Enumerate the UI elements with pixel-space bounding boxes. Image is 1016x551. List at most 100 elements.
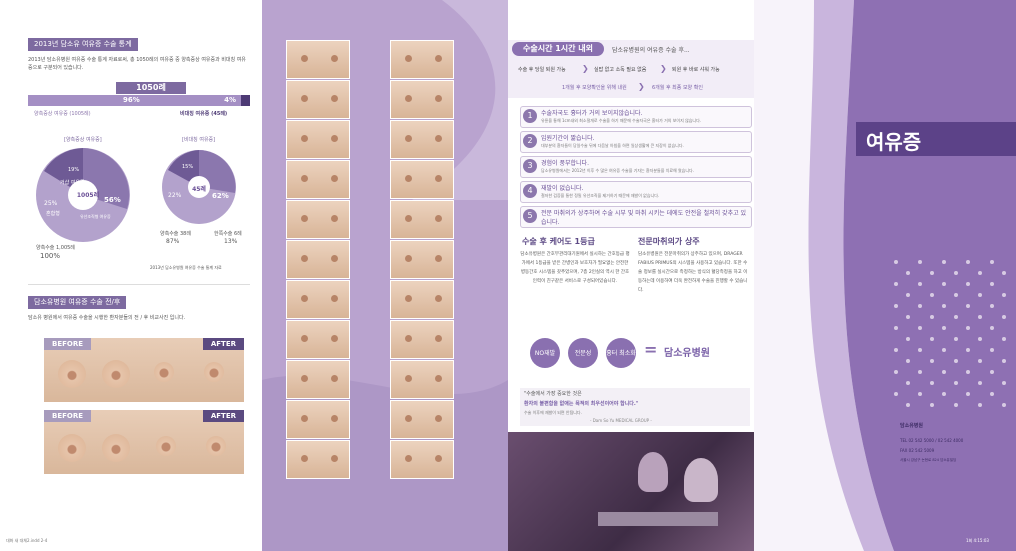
donut1-title: [양측증상 여유증] bbox=[64, 137, 102, 143]
bar-right-caption: 비대칭 여유증 (45례) bbox=[180, 111, 228, 117]
decor-dot bbox=[966, 260, 970, 264]
decor-dot bbox=[930, 293, 934, 297]
benefit-desc: 담소유병원에서는 2012년 이후 수 많은 여유증 수술을 기자는 환자분들을… bbox=[541, 168, 694, 173]
breast-shape bbox=[58, 360, 86, 388]
nipple-shape bbox=[331, 55, 338, 62]
nipple-shape bbox=[405, 215, 412, 222]
benefit-item: 1 수술자국도 흉터가 거의 보이지않습니다. 유륜을 통해 1cm내외 최소절개로… bbox=[520, 106, 752, 128]
gallery-thumbnail bbox=[390, 400, 454, 439]
donut-source: 2013년 담소유병원 여유증 수술 통계 자료 bbox=[150, 265, 222, 270]
decor-dot bbox=[990, 370, 994, 374]
cover-panel: 여유증 담소유병원 TEL 02 542 5000 / 02 542 4000 … bbox=[754, 0, 1016, 551]
arrow-icon: ❯ bbox=[582, 64, 589, 73]
benefit-number: 2 bbox=[523, 134, 537, 148]
nipple-shape bbox=[405, 375, 412, 382]
gallery-thumbnail bbox=[390, 320, 454, 359]
decor-dot bbox=[930, 403, 934, 407]
decor-dot bbox=[906, 403, 910, 407]
decor-dot bbox=[930, 315, 934, 319]
flow1-b: 실밥 없고 소독 필요 없음 bbox=[594, 67, 647, 73]
donut2-title: [비대칭 여유증] bbox=[182, 137, 216, 143]
breast-shape bbox=[206, 436, 226, 456]
benefit-desc: 철저한 검증을 통한 정밀 유선조직을 제거하기 때문에 재발이 없습니다. bbox=[541, 193, 660, 198]
nipple-shape bbox=[301, 55, 308, 62]
decor-dot bbox=[954, 381, 958, 385]
gallery-thumbnail bbox=[390, 80, 454, 119]
donut2-right-label: 한쪽수술 6례 bbox=[214, 231, 242, 237]
decor-dot bbox=[990, 304, 994, 308]
flow2-b: 6개월 후 최종 모양 확인 bbox=[652, 85, 703, 91]
clinic-name: 담소유병원 bbox=[900, 423, 924, 429]
decor-dot bbox=[1002, 271, 1006, 275]
decor-dot bbox=[894, 348, 898, 352]
decor-dot bbox=[930, 359, 934, 363]
decor-dot bbox=[978, 271, 982, 275]
arrow-icon: ❯ bbox=[638, 82, 645, 91]
benefit-number: 1 bbox=[523, 109, 537, 123]
donut1-seg-c-label: 유선조직형 여유증 bbox=[80, 214, 111, 219]
decor-dot bbox=[918, 348, 922, 352]
time-tagline: 담소유병원의 여유증 수술 후... bbox=[612, 47, 690, 54]
decor-dot bbox=[894, 282, 898, 286]
time-badge: 수술시간 1시간 내외 bbox=[512, 42, 604, 56]
nipple-shape bbox=[301, 135, 308, 142]
cover-swoosh bbox=[754, 0, 1016, 551]
benefit-desc: 유륜을 통해 1cm내외 최소절개로 수술을 하기 때문에 수술자국은 흉터가 … bbox=[541, 118, 702, 123]
breast-shape bbox=[58, 434, 86, 462]
decor-dot bbox=[954, 271, 958, 275]
donut1-bottom-pct: 100% bbox=[40, 252, 61, 260]
decor-dot bbox=[966, 304, 970, 308]
decor-dot bbox=[918, 260, 922, 264]
decor-dot bbox=[906, 315, 910, 319]
decor-dot bbox=[966, 392, 970, 396]
decor-dot bbox=[906, 359, 910, 363]
flow1-a: 수술 후 당일 퇴원 가능 bbox=[518, 67, 566, 73]
gallery-thumbnail bbox=[390, 360, 454, 399]
badge-expertise: 전문성 bbox=[568, 338, 598, 368]
decor-dot bbox=[930, 381, 934, 385]
stats-panel: 2013년 담소유 여유증 수술 통계 2013년 담소유병원 여유증 수술 통… bbox=[0, 0, 262, 551]
total-bar-head: 1050례 bbox=[28, 82, 250, 94]
benefit-number: 3 bbox=[523, 159, 537, 173]
nipple-shape bbox=[331, 135, 338, 142]
before-label-1: BEFORE bbox=[44, 338, 92, 350]
nipple-shape bbox=[331, 255, 338, 262]
decor-dot bbox=[954, 293, 958, 297]
care-title: 수술 후 케어도 1등급 bbox=[522, 237, 595, 246]
donut2-left-label: 양측수술 38례 bbox=[160, 231, 191, 237]
benefit-item: 5 전문 마취의가 상주하여 수술 시부 및 마취 시키는 데에도 안전을 철저히… bbox=[520, 206, 752, 228]
after-label-1: AFTER bbox=[202, 338, 244, 350]
decor-dot bbox=[942, 260, 946, 264]
nipple-shape bbox=[435, 255, 442, 262]
nipple-shape bbox=[301, 175, 308, 182]
benefit-title: 재발이 없습니다. bbox=[541, 185, 584, 192]
quote-line3: 수술 이후에 재발이 되면 안됩니다. bbox=[524, 410, 582, 415]
gallery-thumbnail bbox=[390, 440, 454, 479]
gallery-thumbnail bbox=[286, 40, 350, 79]
cover-title: 여유증 bbox=[866, 130, 922, 154]
photo-gallery bbox=[262, 0, 508, 551]
decor-dot bbox=[906, 293, 910, 297]
decor-dot bbox=[894, 260, 898, 264]
gallery-thumbnail bbox=[390, 160, 454, 199]
donut2-seg-b: 22% bbox=[168, 192, 182, 199]
gallery-thumbnail bbox=[390, 40, 454, 79]
bar-right-pct: 4% bbox=[224, 96, 236, 104]
benefit-title: 전문 마취의가 상주하여 수술 시부 및 마취 시키는 데에도 안전을 철저히 … bbox=[541, 210, 747, 226]
benefit-title: 입원기간이 짧습니다. bbox=[541, 135, 595, 142]
nipple-shape bbox=[435, 295, 442, 302]
benefit-number: 5 bbox=[523, 209, 537, 223]
nipple-shape bbox=[405, 255, 412, 262]
decor-dot bbox=[918, 282, 922, 286]
care-body: 담소유병원은 간호부관리대기원에서 실시하는 간호등급 평가에서 1등급을 받은… bbox=[520, 252, 630, 284]
decor-dot bbox=[954, 403, 958, 407]
nipple-shape bbox=[405, 415, 412, 422]
nipple-shape bbox=[331, 335, 338, 342]
donut2-seg-a: 15% bbox=[182, 164, 194, 170]
benefit-number: 4 bbox=[523, 184, 537, 198]
nipple-shape bbox=[301, 375, 308, 382]
decor-dot bbox=[906, 381, 910, 385]
decor-dot bbox=[906, 337, 910, 341]
decor-dot bbox=[1002, 337, 1006, 341]
decor-dot bbox=[894, 370, 898, 374]
